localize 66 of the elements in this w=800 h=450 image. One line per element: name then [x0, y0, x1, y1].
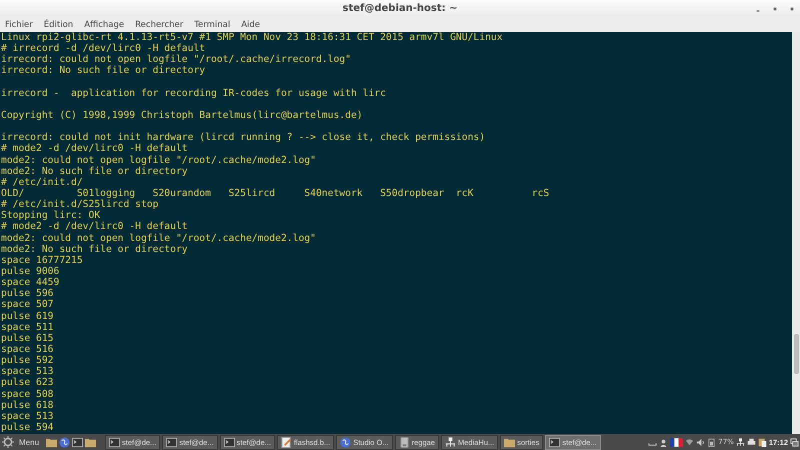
battery-icon	[707, 438, 716, 446]
menu-item[interactable]: Rechercher	[135, 20, 184, 30]
terminal-line: Copyright (C) 1998,1999 Christoph Bartelmus(lirc@bartelmus.de)	[1, 110, 364, 122]
window-title: stef@debian-host: ~	[342, 3, 458, 14]
terminal-line: mode2: No such file or directory	[1, 244, 188, 255]
terminal-line: # /etc/init.d/	[1, 176, 84, 188]
terminal-line: # mode2 -d /dev/lirc0 -H default	[1, 143, 189, 155]
gear-icon[interactable]	[2, 436, 14, 448]
printer-icon	[746, 438, 756, 446]
terminal-line: pulse 615	[1, 332, 54, 344]
document-icon	[280, 436, 292, 448]
folder-icon	[46, 436, 58, 448]
folder-icon	[85, 436, 96, 448]
menu-item[interactable]: Terminal	[194, 20, 230, 30]
globe-icon	[59, 436, 70, 448]
terminal-line: pulse 9006	[1, 266, 60, 278]
terminal-line: # /etc/init.d/S25lircd stop	[1, 199, 160, 210]
terminal-line: pulse 592	[1, 355, 54, 366]
clipboard-icon	[758, 438, 767, 446]
terminal-line: irrecord: No such file or directory	[1, 65, 206, 77]
maximize-icon[interactable]	[771, 5, 779, 13]
flag-icon	[670, 438, 684, 446]
terminal-line: # mode2 -d /dev/lirc0 -H default	[1, 221, 189, 233]
terminal-line: OLD/ S01logging S20urandom S25lircd S40network S50dropbear rcK rcS	[1, 188, 550, 200]
terminal-line: space 511	[1, 322, 54, 333]
terminal-line: pulse 618	[1, 400, 54, 411]
drive-icon	[398, 436, 410, 448]
terminal-line: space 513	[1, 366, 54, 378]
terminal-icon	[224, 436, 235, 448]
terminal-line: pulse 594	[1, 422, 54, 434]
terminal-line: # irrecord -d /dev/lirc0 -H default	[1, 43, 206, 54]
terminal-line: mode2: No such file or directory	[1, 166, 188, 177]
terminal-line: mode2: could not open logfile "/root/.cache/mode2.log"	[1, 154, 317, 166]
terminal-line: mode2: could not open logfile "/root/.cache/mode2.log"	[1, 232, 317, 244]
terminal-icon	[549, 436, 560, 448]
menu-item[interactable]: Affichage	[84, 20, 124, 30]
globe-icon	[340, 436, 352, 448]
terminal-icon	[72, 436, 84, 448]
terminal-line: irrecord: could not open logfile "/root/.cache/irrecord.log"	[1, 54, 352, 66]
terminal-line: pulse 619	[1, 310, 54, 322]
terminal-line: pulse 596	[1, 288, 54, 300]
network-icon	[444, 436, 456, 448]
speaker-icon	[696, 438, 706, 446]
menu-item[interactable]: Aide	[241, 20, 260, 30]
terminal-line: irrecord - application for recording IR-codes for usage with lirc	[1, 88, 387, 99]
menu-item[interactable]: Édition	[44, 20, 74, 30]
terminal-line: Stopping lirc: OK	[1, 210, 102, 222]
windows-icon[interactable]	[790, 438, 799, 446]
terminal-line: Linux rpi2-glibc-rt 4.1.13-rt5-v7 #1 SMP Mon Nov 23 18:16:31 CET 2015 armv7l GNU/Linux	[1, 32, 504, 44]
scrollbar[interactable]	[792, 32, 800, 434]
terminal-line: space 516	[1, 344, 54, 356]
user-icon	[659, 438, 668, 446]
terminal-line: space 507	[1, 299, 54, 311]
terminal-line: space 4459	[1, 277, 60, 288]
menu-item[interactable]: Fichier	[5, 20, 33, 30]
menu-button[interactable]: Menu	[19, 438, 40, 446]
terminal-line: irrecord: could not init hardware (lircd running ? --> close it, check permissions)	[1, 132, 486, 144]
network-icon	[736, 438, 745, 446]
terminal-line: space 16777215	[1, 254, 84, 266]
folder-icon	[504, 436, 516, 448]
wifi-icon	[685, 438, 694, 446]
terminal-line: space 513	[1, 410, 54, 422]
terminal-icon	[166, 436, 178, 448]
terminal-line: space 508	[1, 388, 54, 400]
terminal-line: pulse 623	[1, 377, 54, 388]
terminal-icon	[109, 436, 120, 448]
